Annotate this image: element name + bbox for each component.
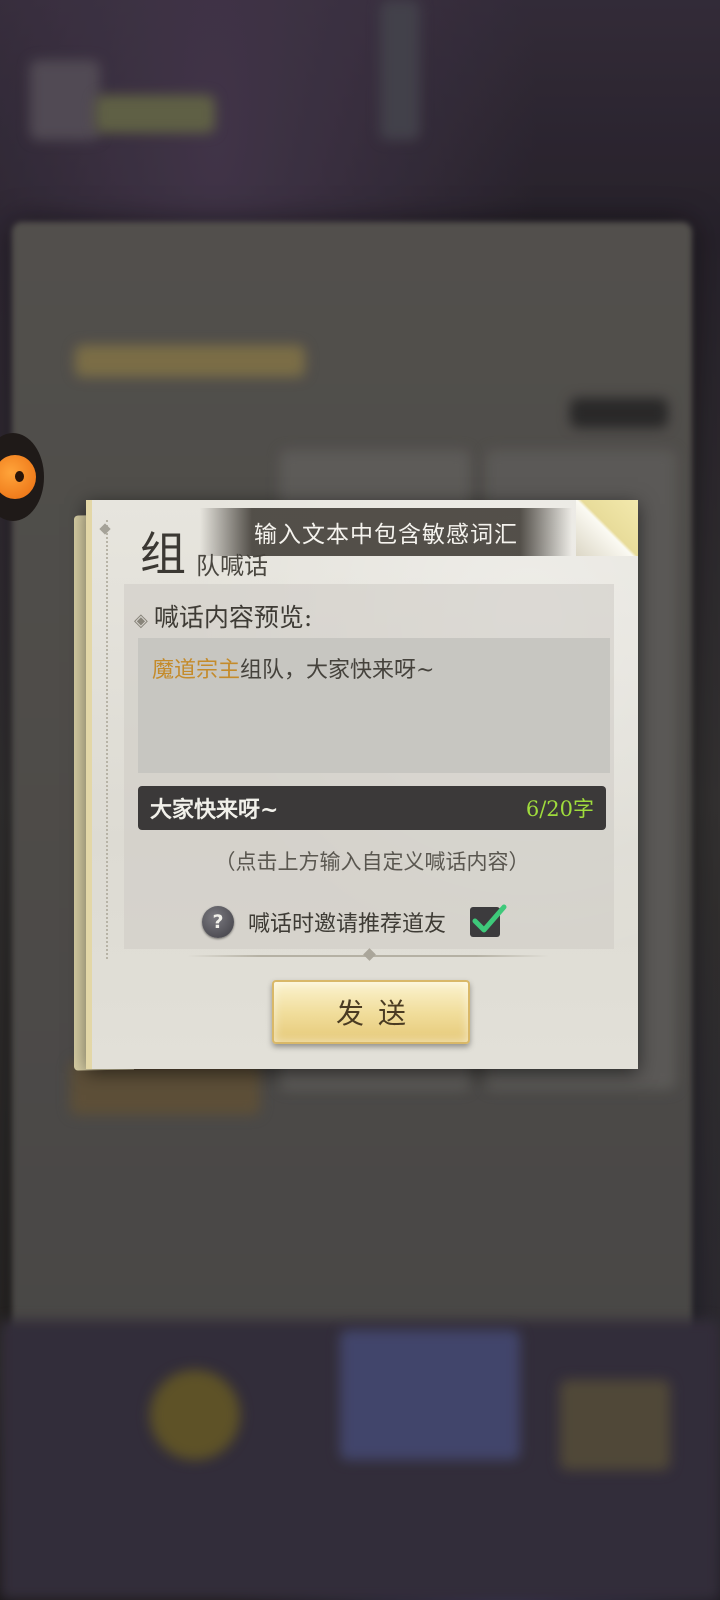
checkmark-icon — [472, 904, 507, 933]
invite-label: 喊话时邀请推荐道友 — [248, 912, 447, 937]
dialog-title-main: 组 — [140, 527, 186, 581]
question-icon[interactable]: ? — [202, 906, 234, 938]
preview-box: 魔道宗主组队，大家快来呀~ — [138, 638, 610, 773]
send-button-label: 发送 — [335, 997, 420, 1030]
team-shout-dialog: 组 队喊话 ◈ 喊话内容预览: 魔道宗主组队，大家快来呀~ 大家快来呀~ 6/20… — [86, 500, 638, 1069]
preview-player-name: 魔道宗主 — [152, 658, 241, 683]
shout-input[interactable]: 大家快来呀~ 6/20字 — [138, 786, 606, 830]
diamond-icon: ◈ — [134, 610, 148, 631]
toast-banner: 输入文本中包含敏感词汇 — [200, 508, 572, 556]
preview-label: ◈ 喊话内容预览: — [134, 598, 312, 634]
binding-dot — [99, 523, 111, 535]
page-fold-corner — [576, 500, 638, 556]
input-hint: （点击上方输入自定义喊话内容） — [214, 850, 530, 874]
pet-face-icon — [0, 455, 36, 499]
binding-line — [106, 520, 108, 959]
invite-option-row: ? 喊话时邀请推荐道友 — [202, 902, 507, 942]
toast-message: 输入文本中包含敏感词汇 — [254, 522, 518, 548]
shout-input-value: 大家快来呀~ — [150, 797, 279, 823]
invite-checkbox[interactable] — [470, 904, 507, 937]
send-button[interactable]: 发送 — [272, 980, 470, 1044]
preview-text: 魔道宗主组队，大家快来呀~ — [152, 652, 434, 684]
preview-message: 组队，大家快来呀~ — [240, 658, 435, 683]
char-counter: 6/20字 — [525, 797, 594, 821]
preview-label-text: 喊话内容预览: — [153, 603, 313, 632]
divider-dot — [363, 948, 376, 961]
